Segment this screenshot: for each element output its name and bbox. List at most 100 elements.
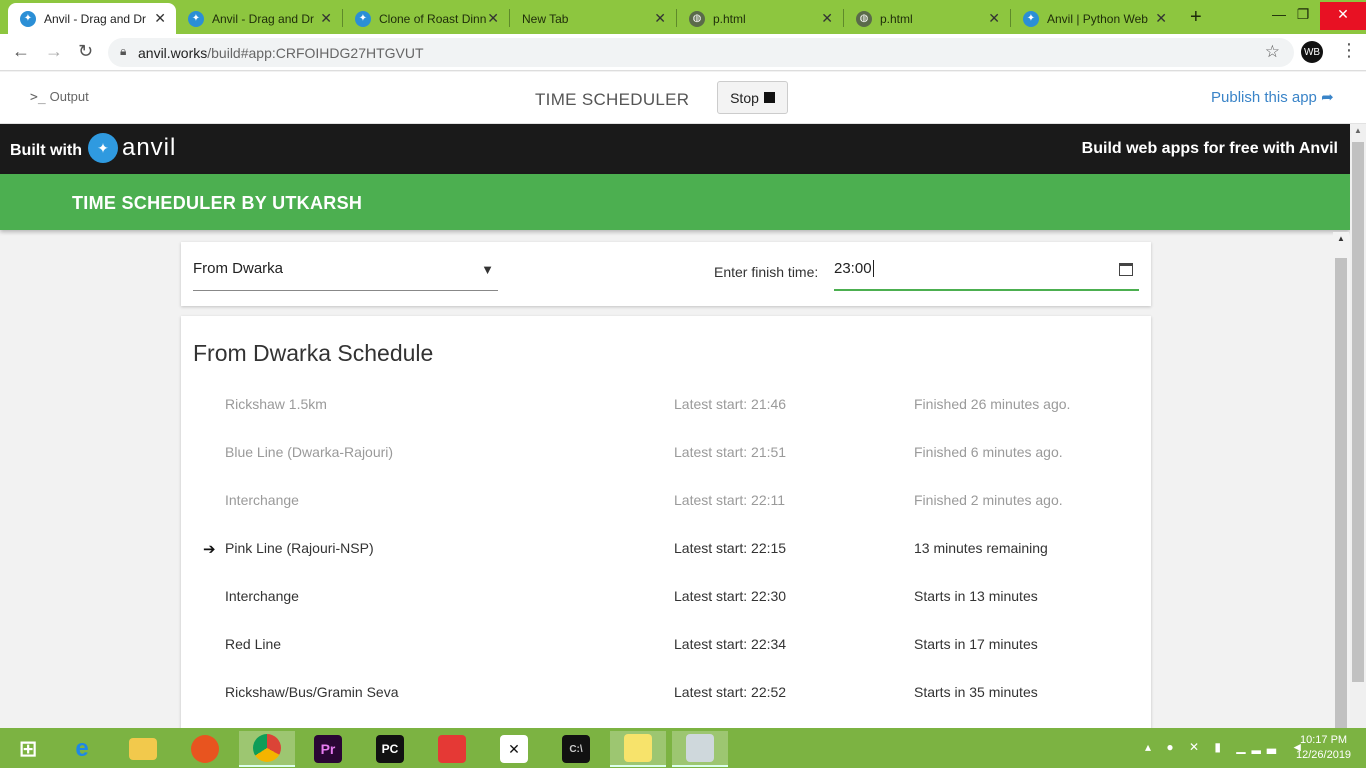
- anvil-icon: ✦: [20, 10, 36, 27]
- firefox-icon[interactable]: [177, 731, 233, 767]
- browser-tab-5[interactable]: ◍ p.html ✕: [677, 3, 843, 34]
- latest-start: Latest start: 22:15: [674, 540, 787, 556]
- internet-explorer-icon[interactable]: e: [54, 731, 110, 767]
- step-status: Starts in 35 minutes: [914, 684, 1038, 700]
- close-tab-icon[interactable]: ✕: [821, 10, 833, 27]
- reload-icon[interactable]: ↻: [78, 41, 93, 62]
- premiere-pro-icon[interactable]: Pr: [300, 731, 356, 767]
- windows-taskbar: ⊞ e Pr PC ✕ C:\ ▴ ● ✕ ▮ ▁▂▃ ◄ 10:17 PM 1…: [0, 728, 1366, 768]
- browser-tab-1[interactable]: ✦ Anvil - Drag and Dr ✕: [8, 3, 176, 34]
- origin-selected: From Dwarka: [193, 260, 284, 277]
- step-name: Blue Line (Dwarka-Rajouri): [225, 444, 394, 460]
- share-arrow-icon: ➦: [1321, 89, 1334, 106]
- origin-dropdown[interactable]: From Dwarka ▼: [193, 260, 498, 291]
- step-status: Finished 26 minutes ago.: [914, 396, 1071, 412]
- built-with-banner[interactable]: Built with ✦ anvil Build web apps for fr…: [0, 124, 1350, 174]
- pycharm-icon[interactable]: PC: [362, 731, 418, 767]
- calendar-icon[interactable]: [1119, 263, 1133, 276]
- latest-start: Latest start: 21:51: [674, 444, 787, 460]
- build-free-link[interactable]: Build web apps for free with Anvil: [1082, 140, 1338, 158]
- windows-start-icon[interactable]: ⊞: [0, 731, 56, 767]
- stop-square-icon: [763, 92, 775, 103]
- url-host: anvil.works: [138, 45, 208, 61]
- stop-button[interactable]: Stop: [717, 81, 788, 114]
- close-tab-icon[interactable]: ✕: [154, 10, 166, 27]
- schedule-card: From Dwarka Schedule Rickshaw 1.5km Lates…: [181, 316, 1151, 736]
- back-icon[interactable]: ←: [12, 41, 30, 62]
- address-bar: ← → ↻ 🔒︎ anvil.works/build#app:CRFOIHDG2…: [0, 34, 1366, 71]
- clock-time: 10:17 PM: [1299, 734, 1348, 746]
- extension-icon[interactable]: WB: [1301, 41, 1323, 63]
- tab-title: Anvil - Drag and Dr: [212, 11, 315, 26]
- lock-icon: 🔒︎: [120, 44, 127, 58]
- browser-tab-6[interactable]: ◍ p.html ✕: [844, 3, 1010, 34]
- latest-start: Latest start: 22:52: [674, 684, 787, 700]
- scroll-up-icon[interactable]: ▲: [1337, 234, 1345, 243]
- publish-link[interactable]: Publish this app ➦: [1211, 88, 1334, 106]
- finish-time-input[interactable]: 23:00: [834, 260, 1139, 291]
- url-input[interactable]: 🔒︎ anvil.works/build#app:CRFOIHDG27HTGVU…: [108, 38, 1294, 67]
- tab-title: p.html: [880, 11, 913, 26]
- close-tab-icon[interactable]: ✕: [320, 10, 332, 27]
- stop-label: Stop: [730, 89, 759, 106]
- browser-tab-7[interactable]: ✦ Anvil | Python Web ✕: [1011, 3, 1177, 34]
- step-status: 13 minutes remaining: [914, 540, 1048, 556]
- controls-card: From Dwarka ▼ Enter finish time: 23:00: [181, 242, 1151, 306]
- latest-start: Latest start: 22:34: [674, 636, 787, 652]
- resource-monitor-icon[interactable]: [672, 731, 728, 767]
- page-title: TIME SCHEDULER BY UTKARSH: [72, 193, 363, 213]
- camera-app-icon[interactable]: [424, 731, 480, 767]
- schedule-row: Rickshaw/Bus/Gramin Seva Latest start: 22…: [181, 684, 1151, 732]
- step-name: Red Line: [225, 636, 282, 652]
- built-with-label: Built with: [10, 142, 82, 159]
- close-tab-icon[interactable]: ✕: [988, 10, 1000, 27]
- browser-tab-4[interactable]: New Tab ✕: [510, 3, 676, 34]
- close-window-icon[interactable]: ✕: [1320, 2, 1366, 30]
- step-status: Finished 6 minutes ago.: [914, 444, 1063, 460]
- schedule-row: Rickshaw 1.5km Latest start: 21:46 Finishe…: [181, 396, 1151, 444]
- clock-date: 12/26/2019: [1296, 749, 1352, 761]
- finish-time-value: 23:00: [834, 260, 872, 277]
- step-name: Interchange: [225, 492, 299, 508]
- anvil-wordmark: anvil: [121, 134, 177, 161]
- step-status: Starts in 13 minutes: [914, 588, 1038, 604]
- anvil-icon: ✦: [355, 10, 371, 27]
- tab-title: Clone of Roast Dinn: [379, 11, 487, 26]
- schedule-row: Red Line Latest start: 22:34 Starts in 17 …: [181, 636, 1151, 684]
- app-scrollbar[interactable]: ▲: [1333, 232, 1349, 728]
- close-tab-icon[interactable]: ✕: [654, 10, 666, 27]
- step-name: Rickshaw/Bus/Gramin Seva: [225, 684, 399, 700]
- close-tab-icon[interactable]: ✕: [487, 10, 499, 27]
- close-tab-icon[interactable]: ✕: [1155, 10, 1167, 27]
- step-status: Finished 2 minutes ago.: [914, 492, 1063, 508]
- scrollbar-thumb[interactable]: [1352, 142, 1364, 682]
- dropdown-caret-icon: ▼: [481, 262, 494, 277]
- tab-title: Anvil - Drag and Dr: [44, 11, 147, 26]
- built-with-anvil[interactable]: Built with ✦ anvil: [10, 133, 176, 163]
- globe-icon: ◍: [689, 10, 705, 27]
- chrome-icon[interactable]: [239, 731, 295, 767]
- page-scrollbar[interactable]: ▲: [1350, 124, 1366, 728]
- scroll-up-icon[interactable]: ▲: [1354, 126, 1362, 135]
- latest-start: Latest start: 22:30: [674, 588, 787, 604]
- scrollbar-thumb[interactable]: [1335, 258, 1347, 728]
- menu-kebab-icon[interactable]: ⋮: [1340, 40, 1358, 61]
- tab-title: p.html: [713, 11, 746, 26]
- anvil-icon: ✦: [1023, 10, 1039, 27]
- new-tab-icon[interactable]: +: [1190, 6, 1202, 29]
- latest-start: Latest start: 22:11: [674, 492, 786, 508]
- globe-icon: ◍: [856, 10, 872, 27]
- browser-tab-3[interactable]: ✦ Clone of Roast Dinn ✕: [343, 3, 509, 34]
- system-clock[interactable]: 10:17 PM 12/26/2019: [1296, 733, 1351, 763]
- app-title: TIME SCHEDULER: [535, 90, 690, 109]
- current-step-arrow-icon: ➔: [203, 541, 216, 558]
- output-button[interactable]: >_ Output: [30, 89, 89, 105]
- bookmark-star-icon[interactable]: ☆: [1265, 42, 1280, 62]
- browser-tab-2[interactable]: ✦ Anvil - Drag and Dr ✕: [176, 3, 342, 34]
- puzzle-app-icon[interactable]: ✕: [486, 731, 542, 767]
- system-tray-icons[interactable]: ▴ ● ✕ ▮ ▁▂▃ ◄: [1145, 740, 1309, 754]
- sticky-notes-icon[interactable]: [610, 731, 666, 767]
- file-explorer-icon[interactable]: [115, 731, 171, 767]
- command-prompt-icon[interactable]: C:\: [548, 731, 604, 767]
- forward-icon[interactable]: →: [45, 41, 63, 62]
